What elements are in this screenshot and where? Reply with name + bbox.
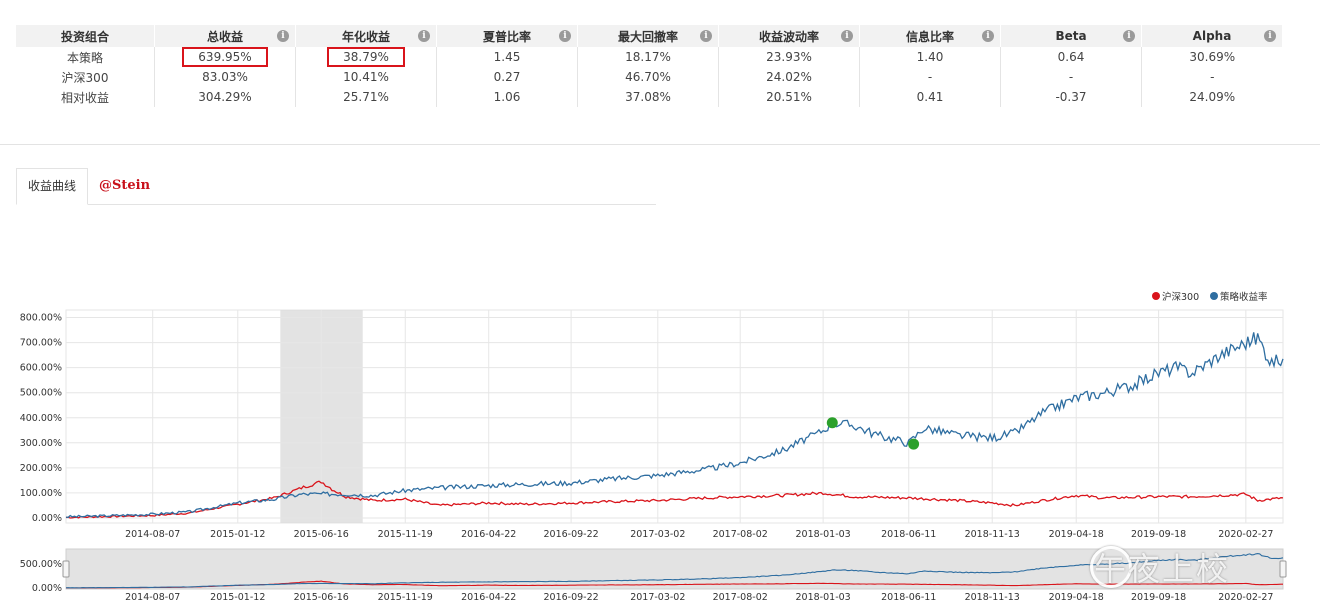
navigator-x-tick-label: 2015-11-19 xyxy=(378,592,433,603)
y-tick-label: 800.00% xyxy=(20,313,62,324)
y-tick-label: 700.00% xyxy=(20,338,62,349)
navigator-x-tick-label: 2019-09-18 xyxy=(1131,592,1186,603)
plot-area xyxy=(65,309,1284,524)
navigator-x-tick-label: 2015-06-16 xyxy=(294,592,349,603)
navigator-x-tick-label: 2016-09-22 xyxy=(543,592,598,603)
x-tick-label: 2015-01-12 xyxy=(210,529,265,540)
y-tick-label: 300.00% xyxy=(20,438,62,449)
trade-marker xyxy=(826,417,838,429)
x-tick-label: 2017-08-02 xyxy=(713,529,768,540)
returns-chart: 0.00% 100.00% 200.00% 300.00% 400.00% 500.00%… xyxy=(20,291,1287,603)
legend-label: 策略收益率 xyxy=(1220,291,1268,303)
legend-swatch xyxy=(1210,292,1218,300)
navigator-y-tick-label: 0.00% xyxy=(32,583,62,594)
navigator-handle[interactable] xyxy=(62,560,70,578)
y-tick-label: 0.00% xyxy=(32,513,62,524)
x-tick-label: 2015-06-16 xyxy=(294,529,349,540)
x-tick-label: 2014-08-07 xyxy=(125,529,180,540)
navigator-x-tick-label: 2018-11-13 xyxy=(965,592,1020,603)
navigator-x-tick-label: 2018-01-03 xyxy=(796,592,851,603)
trade-marker xyxy=(908,438,920,450)
navigator-y-tick-label: 500.00% xyxy=(20,559,62,570)
x-tick-label: 2018-06-11 xyxy=(881,529,936,540)
y-tick-label: 500.00% xyxy=(20,388,62,399)
x-tick-label: 2019-04-18 xyxy=(1049,529,1104,540)
x-tick-label: 2016-04-22 xyxy=(461,529,516,540)
navigator-x-tick-label: 2020-02-27 xyxy=(1218,592,1273,603)
navigator-x-tick-label: 2015-01-12 xyxy=(210,592,265,603)
y-tick-label: 100.00% xyxy=(20,488,62,499)
legend-label: 沪深300 xyxy=(1162,291,1199,303)
y-tick-label: 400.00% xyxy=(20,413,62,424)
navigator-x-tick-label: 2014-08-07 xyxy=(125,592,180,603)
navigator-x-tick-label: 2016-04-22 xyxy=(461,592,516,603)
x-tick-label: 2017-03-02 xyxy=(630,529,685,540)
x-tick-label: 2020-02-27 xyxy=(1218,529,1273,540)
x-tick-label: 2016-09-22 xyxy=(543,529,598,540)
y-tick-label: 200.00% xyxy=(20,463,62,474)
y-tick-label: 600.00% xyxy=(20,363,62,374)
legend-swatch xyxy=(1152,292,1160,300)
x-tick-label: 2019-09-18 xyxy=(1131,529,1186,540)
x-tick-label: 2015-11-19 xyxy=(378,529,433,540)
navigator-x-tick-label: 2017-08-02 xyxy=(713,592,768,603)
x-tick-label: 2018-11-13 xyxy=(965,529,1020,540)
x-tick-label: 2018-01-03 xyxy=(796,529,851,540)
navigator-handle[interactable] xyxy=(1279,560,1287,578)
navigator-x-tick-label: 2017-03-02 xyxy=(630,592,685,603)
watermark: 午夜上校 xyxy=(1094,550,1231,588)
navigator-x-tick-label: 2018-06-11 xyxy=(881,592,936,603)
navigator-x-tick-label: 2019-04-18 xyxy=(1049,592,1104,603)
